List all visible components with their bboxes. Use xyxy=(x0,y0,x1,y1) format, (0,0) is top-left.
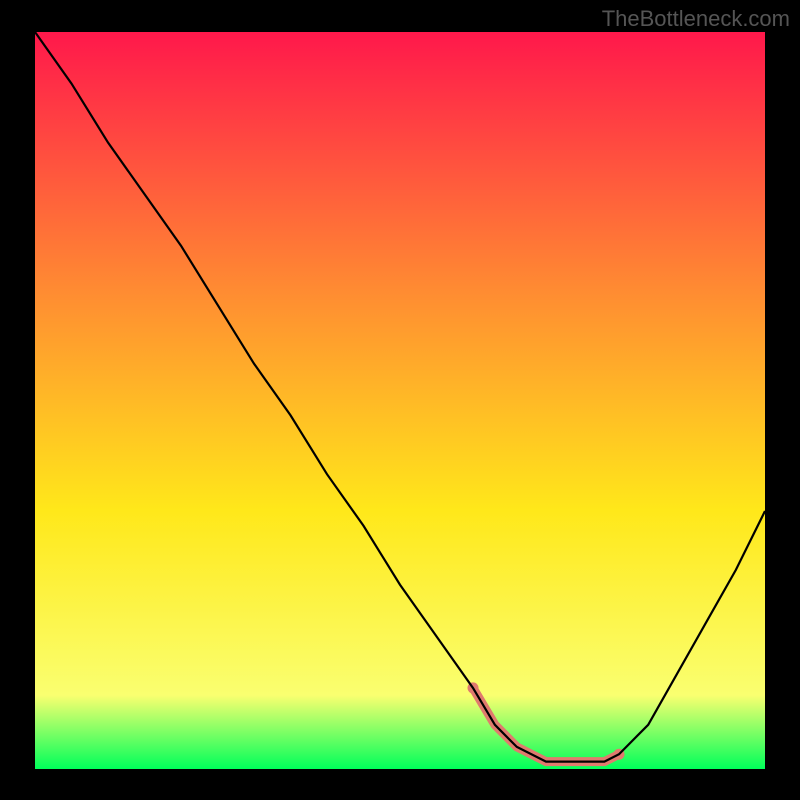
chart-svg xyxy=(35,32,765,769)
watermark-text: TheBottleneck.com xyxy=(602,6,790,32)
chart-background xyxy=(35,32,765,769)
chart-plot-area xyxy=(35,32,765,769)
